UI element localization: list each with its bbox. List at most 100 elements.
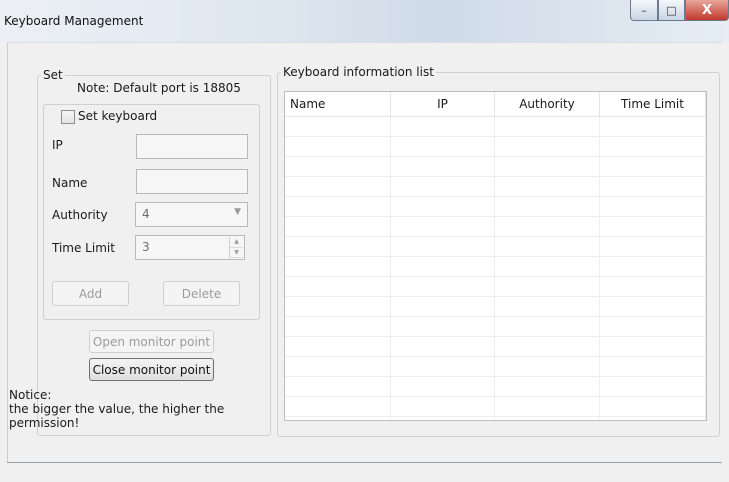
table-cell <box>391 237 495 256</box>
table-cell <box>495 137 600 156</box>
close-monitor-point-button[interactable]: Close monitor point <box>89 358 214 381</box>
column-header-time-limit[interactable]: Time Limit <box>600 92 706 116</box>
table-cell <box>600 277 706 296</box>
table-cell <box>495 277 600 296</box>
table-cell <box>391 137 495 156</box>
window-title: Keyboard Management <box>4 14 144 28</box>
keyboard-info-table[interactable]: Name IP Authority Time Limit <box>284 91 707 421</box>
table-cell <box>285 317 391 336</box>
table-cell <box>391 377 495 396</box>
table-cell <box>391 317 495 336</box>
minimize-button[interactable]: – <box>630 0 658 21</box>
table-cell <box>285 297 391 316</box>
table-cell <box>391 177 495 196</box>
table-row[interactable] <box>285 357 706 377</box>
name-input[interactable] <box>136 169 248 194</box>
table-cell <box>495 237 600 256</box>
table-cell <box>285 337 391 356</box>
table-cell <box>391 217 495 236</box>
set-keyboard-label[interactable]: Set keyboard <box>78 109 157 123</box>
table-cell <box>495 337 600 356</box>
table-row[interactable] <box>285 277 706 297</box>
maximize-icon: □ <box>666 3 677 17</box>
table-cell <box>285 117 391 136</box>
table-body <box>285 117 706 420</box>
add-button[interactable]: Add <box>52 281 129 306</box>
maximize-button[interactable]: □ <box>658 0 685 21</box>
time-limit-stepper[interactable]: ▲ ▼ <box>229 237 243 258</box>
table-cell <box>600 177 706 196</box>
table-cell <box>285 377 391 396</box>
table-cell <box>600 337 706 356</box>
table-cell <box>495 317 600 336</box>
title-separator <box>7 42 722 43</box>
open-monitor-point-button[interactable]: Open monitor point <box>89 330 214 353</box>
table-cell <box>391 357 495 376</box>
table-cell <box>285 237 391 256</box>
table-row[interactable] <box>285 297 706 317</box>
table-row[interactable] <box>285 117 706 137</box>
name-label: Name <box>52 176 88 190</box>
table-row[interactable] <box>285 177 706 197</box>
table-cell <box>495 117 600 136</box>
table-cell <box>285 197 391 216</box>
table-cell <box>600 317 706 336</box>
close-icon: X <box>701 2 713 18</box>
title-bar[interactable]: Keyboard Management – □ X <box>0 0 729 42</box>
table-row[interactable] <box>285 397 706 417</box>
table-cell <box>600 257 706 276</box>
table-row[interactable] <box>285 157 706 177</box>
column-header-name[interactable]: Name <box>285 92 391 116</box>
table-cell <box>285 357 391 376</box>
column-header-authority[interactable]: Authority <box>495 92 600 116</box>
table-cell <box>600 237 706 256</box>
table-cell <box>495 377 600 396</box>
table-cell <box>600 377 706 396</box>
table-cell <box>391 417 495 420</box>
window-controls: – □ X <box>630 0 729 21</box>
delete-button[interactable]: Delete <box>163 281 240 306</box>
default-port-note: Note: Default port is 18805 <box>77 81 241 95</box>
table-cell <box>600 417 706 420</box>
table-row[interactable] <box>285 257 706 277</box>
set-keyboard-checkbox[interactable] <box>61 110 75 124</box>
table-cell <box>600 297 706 316</box>
table-cell <box>495 257 600 276</box>
table-cell <box>495 157 600 176</box>
table-cell <box>600 357 706 376</box>
table-header: Name IP Authority Time Limit <box>285 92 706 117</box>
arrow-up-icon[interactable]: ▲ <box>230 237 243 248</box>
set-group-legend: Set <box>43 68 63 82</box>
table-cell <box>495 397 600 416</box>
arrow-down-icon[interactable]: ▼ <box>230 248 243 258</box>
table-cell <box>285 257 391 276</box>
authority-select[interactable]: 4 ▼ <box>135 202 248 227</box>
time-limit-value: 3 <box>142 240 150 254</box>
table-cell <box>495 297 600 316</box>
table-row[interactable] <box>285 417 706 420</box>
table-cell <box>495 417 600 420</box>
table-row[interactable] <box>285 317 706 337</box>
table-cell <box>600 117 706 136</box>
table-cell <box>391 117 495 136</box>
table-row[interactable] <box>285 217 706 237</box>
keyboard-info-list-legend: Keyboard information list <box>283 65 434 79</box>
table-row[interactable] <box>285 377 706 397</box>
ip-input[interactable] <box>136 134 248 159</box>
table-row[interactable] <box>285 237 706 257</box>
table-cell <box>391 157 495 176</box>
window-bottom-edge <box>7 462 722 463</box>
close-button[interactable]: X <box>685 0 729 21</box>
table-row[interactable] <box>285 137 706 157</box>
table-row[interactable] <box>285 197 706 217</box>
column-header-ip[interactable]: IP <box>391 92 495 116</box>
table-cell <box>285 157 391 176</box>
table-cell <box>600 397 706 416</box>
table-cell <box>495 197 600 216</box>
table-cell <box>285 277 391 296</box>
table-cell <box>600 157 706 176</box>
table-cell <box>495 217 600 236</box>
time-limit-spinbox[interactable]: 3 ▲ ▼ <box>135 235 245 260</box>
table-row[interactable] <box>285 337 706 357</box>
table-cell <box>391 297 495 316</box>
